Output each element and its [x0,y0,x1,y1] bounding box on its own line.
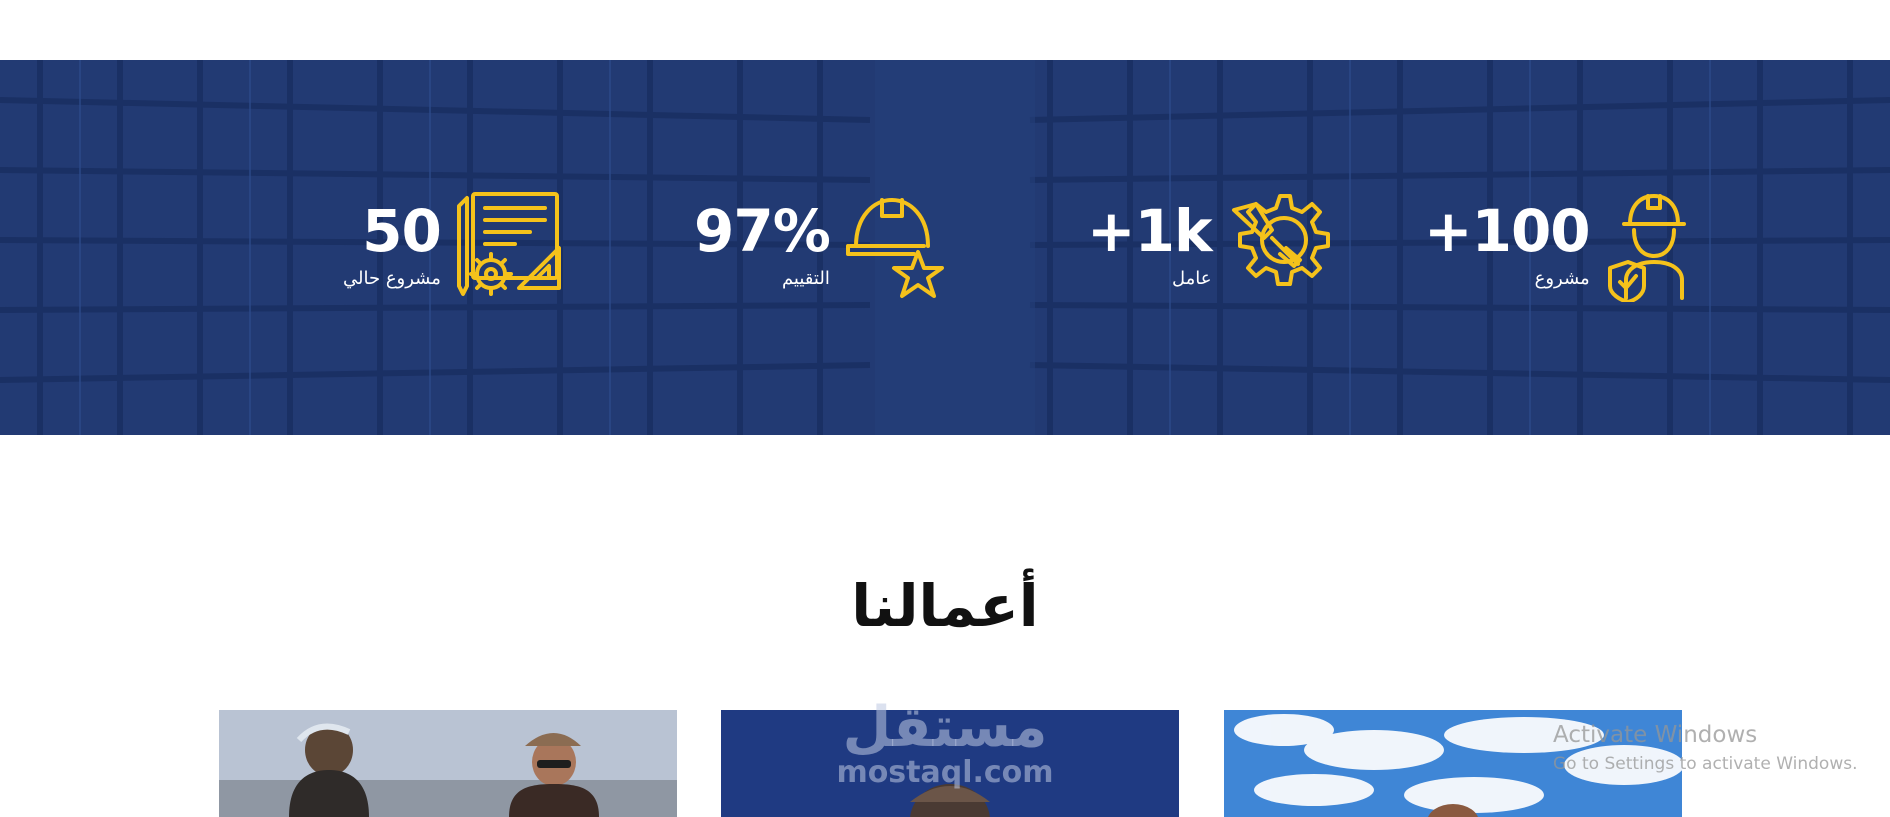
stat-rating: 97% التقييم [694,190,956,310]
stat-label: عامل [1172,268,1212,289]
stat-label: مشروع حالي [343,268,441,289]
stat-current-projects: 50 مشروع حالي [343,190,565,306]
stat-value: 97% [694,197,831,265]
stat-value: 50 [362,197,442,265]
activate-windows-overlay: Activate Windows Go to Settings to activ… [1553,722,1858,774]
site-watermark: مستقل mostaql.com [835,695,1055,790]
stat-label: مشروع [1534,268,1590,289]
activate-title: Activate Windows [1553,722,1758,748]
helmet-star-icon [844,190,956,310]
stat-value: +1k [1087,197,1213,265]
watermark-arabic: مستقل [842,695,1048,760]
gear-wrench-icon [1226,190,1334,306]
stat-projects: +100 مشروع [1424,190,1690,306]
stat-label: التقييم [781,268,830,289]
work-card[interactable] [219,710,677,817]
stat-value: +100 [1424,197,1591,265]
blueprint-gear-icon [455,190,565,306]
stat-workers: +1k عامل [1087,190,1334,306]
worker-shield-icon [1604,190,1690,306]
works-section-title: أعمالنا [851,572,1039,640]
stats-section: 50 مشروع حالي 97% التقييم +1k عامل +100 … [0,60,1890,435]
watermark-latin: mostaql.com [836,755,1054,790]
workers-on-site-photo [219,710,677,817]
activate-subtitle: Go to Settings to activate Windows. [1553,754,1858,774]
